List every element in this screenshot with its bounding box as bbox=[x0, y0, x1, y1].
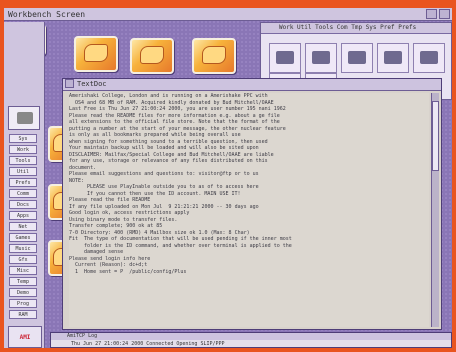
disk-icon[interactable] bbox=[8, 106, 40, 130]
zoom-gadget-icon[interactable] bbox=[439, 9, 450, 19]
log-window-title: AmiTCP Log bbox=[51, 333, 451, 340]
text-window[interactable]: TextDoc Amerishaki College, London and i… bbox=[62, 78, 442, 330]
workbench-desktop: Workbench Screen Sys Work Tools Util Pre… bbox=[4, 8, 452, 348]
dock-button[interactable]: Tools bbox=[9, 156, 37, 165]
dock-button[interactable]: Util bbox=[9, 167, 37, 176]
text-line: 1 Home sent = P /public/config/Plus bbox=[69, 268, 187, 275]
file-icon[interactable] bbox=[377, 43, 409, 73]
app-icon-3[interactable] bbox=[192, 38, 236, 74]
depth-gadget-icon[interactable] bbox=[426, 9, 437, 19]
text-window-title: TextDoc bbox=[77, 80, 107, 88]
app-icon-1[interactable] bbox=[74, 36, 118, 72]
dock-button[interactable]: Net bbox=[9, 222, 37, 231]
file-icon[interactable] bbox=[413, 43, 445, 73]
disk-glyph-icon bbox=[17, 112, 33, 124]
text-window-titlebar[interactable]: TextDoc bbox=[63, 79, 441, 91]
screen-title: Workbench Screen bbox=[8, 10, 86, 19]
app-glyph-icon bbox=[202, 46, 226, 64]
dock-button[interactable]: Gfx bbox=[9, 255, 37, 264]
file-glyph-icon bbox=[276, 51, 294, 64]
dock-button[interactable]: Prefs bbox=[9, 178, 37, 187]
file-glyph-icon bbox=[312, 51, 330, 64]
dock-button[interactable]: Temp bbox=[9, 277, 37, 286]
screen-titlebar[interactable]: Workbench Screen bbox=[4, 8, 452, 21]
dock-button[interactable]: Comm bbox=[9, 189, 37, 198]
log-text: Thu Jun 27 21:00:24 2000 Connected Openi… bbox=[71, 341, 225, 347]
dock-button[interactable]: Apps bbox=[9, 211, 37, 220]
dock-button[interactable]: Demo bbox=[9, 288, 37, 297]
file-icon[interactable] bbox=[305, 43, 337, 73]
scroll-thumb[interactable] bbox=[432, 101, 439, 171]
dock-button[interactable]: RAM bbox=[9, 310, 37, 319]
dock-button[interactable]: Music bbox=[9, 244, 37, 253]
log-window[interactable]: AmiTCP Log Thu Jun 27 21:00:24 2000 Conn… bbox=[50, 332, 452, 348]
dock-button[interactable]: Docs bbox=[9, 200, 37, 209]
file-glyph-icon bbox=[384, 51, 402, 64]
vertical-scrollbar[interactable] bbox=[431, 93, 439, 327]
screen: Workbench Screen Sys Work Tools Util Pre… bbox=[0, 0, 456, 352]
file-glyph-icon bbox=[348, 51, 366, 64]
dock-button[interactable]: Misc bbox=[9, 266, 37, 275]
file-glyph-icon bbox=[420, 51, 438, 64]
dock-button[interactable]: Sys bbox=[9, 134, 37, 143]
dock-button[interactable]: Work bbox=[9, 145, 37, 154]
app-glyph-icon bbox=[84, 44, 108, 62]
drawer-title: Work Util Tools Com Tmp Sys Pref Prefs bbox=[261, 23, 451, 34]
close-icon[interactable] bbox=[65, 79, 74, 88]
app-icon-2[interactable] bbox=[130, 38, 174, 74]
file-icon[interactable] bbox=[269, 43, 301, 73]
dock-button[interactable]: Games bbox=[9, 233, 37, 242]
app-glyph-icon bbox=[140, 46, 164, 64]
left-dock: Sys Work Tools Util Prefs Comm Docs Apps… bbox=[4, 22, 45, 348]
file-icon[interactable] bbox=[341, 43, 373, 73]
dock-button[interactable]: Prog bbox=[9, 299, 37, 308]
text-content[interactable]: Amerishaki College, London and is runnin… bbox=[69, 93, 429, 327]
corner-logo: AMI bbox=[8, 326, 42, 348]
